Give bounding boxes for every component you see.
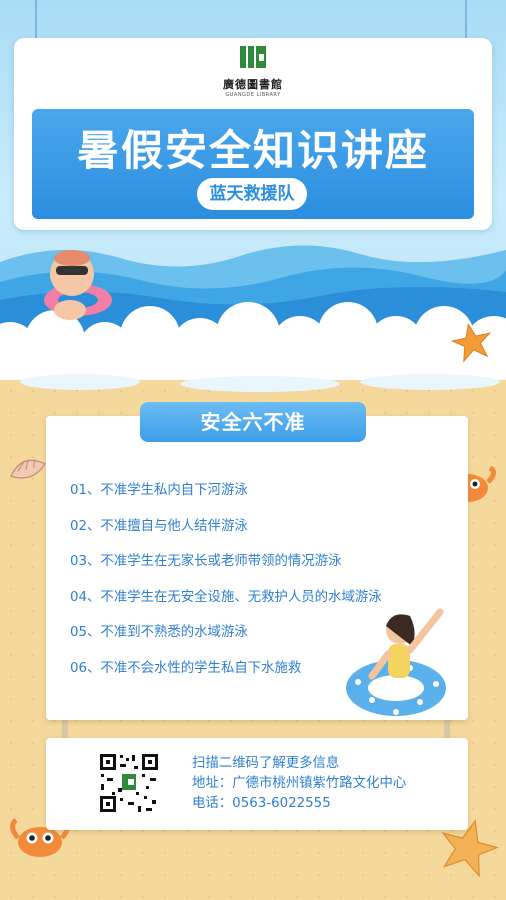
shell-icon [10,459,46,479]
phone-text: 电话：0563-6022555 [192,796,331,811]
page-title: 暑假安全知识讲座 [76,126,429,175]
library-logo: 廣德圖書館 GUANGDE LIBRARY [0,44,506,98]
list-item: 04、不准学生在无安全设施、无救护人员的水域游泳 [70,589,382,605]
list-item: 02、不准擅自与他人结伴游泳 [70,518,248,534]
qr-code-icon[interactable] [98,752,160,814]
rules-heading: 安全六不准 [140,402,366,442]
rules-list: 01、不准学生私内自下河游泳 02、不准擅自与他人结伴游泳 03、不准学生在无家… [70,480,460,694]
library-subtitle: GUANGDE LIBRARY [225,92,281,98]
subtitle-badge: 蓝天救援队 [197,178,307,210]
address-text: 地址：广德市桃州镇紫竹路文化中心 [192,776,407,791]
list-item: 01、不准学生私内自下河游泳 [70,483,248,498]
library-logo-icon [238,44,268,70]
foam-shadow [20,374,500,392]
list-item: 06、不准不会水性的学生私自下水施救 [70,660,302,676]
scan-prompt: 扫描二维码了解更多信息 [192,756,340,771]
list-item: 05、不准到不熟悉的水域游泳 [70,625,248,641]
library-name: 廣德圖書館 [223,78,283,91]
list-item: 03、不准学生在无家长或老师带领的情况游泳 [70,554,342,570]
info-text: 扫描二维码了解更多信息 地址：广德市桃州镇紫竹路文化中心 电话：0563-602… [192,754,462,814]
